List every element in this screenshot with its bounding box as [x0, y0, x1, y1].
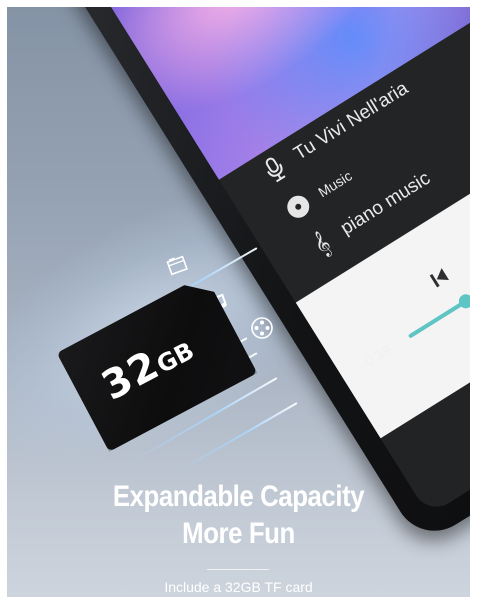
divider — [207, 569, 269, 570]
sd-card-label: 32GB — [95, 324, 201, 410]
headline-line-2: More Fun — [182, 517, 295, 550]
microphone-icon — [257, 152, 293, 188]
skip-previous-icon[interactable] — [419, 257, 460, 298]
film-reel-icon — [249, 315, 275, 341]
headline-line-1: Expandable Capacity — [112, 480, 365, 513]
caption: Include a 32GB TF card — [164, 579, 313, 595]
treble-clef-icon: 𝄞 — [308, 228, 336, 260]
disc-icon — [280, 189, 316, 225]
category-label: Music — [315, 167, 355, 201]
promo-frame: Tu Vivi Nell'aria Music 𝄞 piano music 0:… — [7, 7, 470, 597]
folder-icon — [165, 253, 189, 277]
